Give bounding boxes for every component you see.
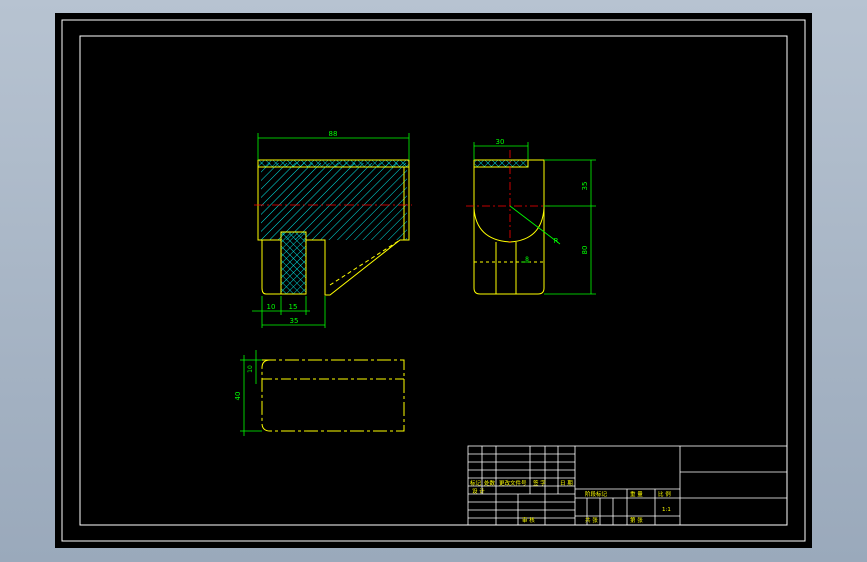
dim-front-left-gap: 10: [267, 303, 276, 311]
tb-date: 日 期: [560, 480, 573, 487]
dim-side-radius: R: [554, 237, 559, 245]
dim-plan-offset: 10: [247, 365, 254, 373]
tb-mark: 标记: [470, 479, 482, 487]
tb-sheet-count: 共 张: [585, 516, 598, 524]
tb-count: 处数: [484, 479, 496, 487]
dim-side-top-height: 35: [581, 182, 589, 191]
tb-sign: 签 字: [533, 479, 546, 487]
tb-designer: 设 计: [472, 487, 485, 495]
front-top-strip: [257, 159, 410, 168]
tb-change-doc: 更改文件号: [499, 479, 527, 487]
dim-plan-height: 40: [234, 392, 242, 401]
dim-side-small: 8: [525, 256, 529, 263]
dim-front-base: 35: [290, 317, 299, 325]
drawing-background: [55, 13, 812, 548]
drawing-sheet[interactable]: 88 10 15 35 R 8 30 35 80 40 10 标记 处数 更改文…: [0, 0, 867, 562]
dim-front-width: 88: [329, 130, 338, 138]
tb-approve: 审 核: [522, 516, 535, 524]
tb-sheet-no: 第 张: [630, 516, 643, 524]
dim-front-slot: 15: [289, 303, 298, 311]
tb-stage: 阶段标记: [585, 490, 608, 498]
side-top-strip: [473, 159, 529, 168]
front-insert: [280, 231, 307, 295]
dim-side-width: 30: [496, 138, 505, 146]
cad-viewport[interactable]: 88 10 15 35 R 8 30 35 80 40 10 标记 处数 更改文…: [0, 0, 867, 562]
tb-weight: 重 量: [630, 490, 643, 498]
tb-scale-value: 1:1: [662, 507, 671, 513]
dim-side-total-height: 80: [581, 246, 589, 255]
tb-scale: 比 例: [658, 490, 671, 498]
front-section-hatch: [261, 163, 407, 240]
